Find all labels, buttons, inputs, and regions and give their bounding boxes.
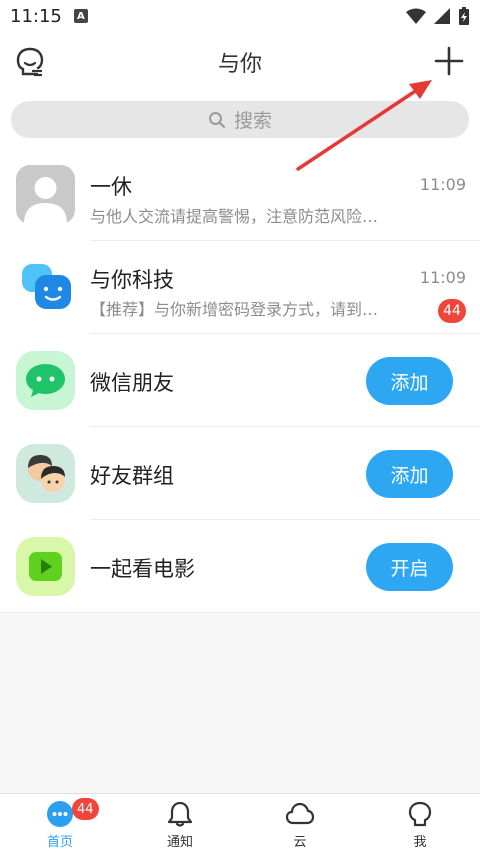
tab-home-badge: 44: [72, 798, 99, 820]
movie-icon: [16, 537, 75, 596]
search-input[interactable]: 搜索: [11, 101, 469, 138]
conversation-time: 11:09: [419, 268, 466, 287]
list-item[interactable]: 一起看电影 开启: [0, 520, 480, 613]
tab-notifications-label: 通知: [166, 835, 193, 850]
feature-title: 好友群组: [90, 464, 174, 488]
unread-badge: 44: [438, 299, 466, 323]
bell-icon: [167, 801, 193, 827]
chat-bubble-icon: [47, 801, 73, 827]
list-item[interactable]: 微信朋友 添加: [0, 334, 480, 427]
enable-movie-button[interactable]: 开启: [366, 543, 453, 591]
feature-title: 微信朋友: [90, 371, 174, 395]
signal-icon: [434, 8, 450, 24]
tab-home[interactable]: 首页 44: [0, 794, 120, 853]
status-bar: 11:15 A: [0, 0, 480, 32]
list-item[interactable]: 与你科技 11:09 【推荐】与你新增密码登录方式，请到… 44: [0, 241, 480, 334]
status-time: 11:15: [10, 5, 62, 27]
tab-notifications[interactable]: 通知: [120, 794, 240, 853]
group-icon: [16, 444, 75, 503]
add-group-button[interactable]: 添加: [366, 450, 453, 498]
conversation-title: 与你科技: [90, 268, 174, 292]
search-bar: 搜索: [0, 90, 480, 148]
feature-title: 一起看电影: [90, 557, 195, 581]
notification-icon: A: [73, 9, 88, 23]
page-title: 与你: [217, 52, 262, 77]
tab-me[interactable]: 我: [360, 794, 480, 853]
profile-icon: [408, 801, 432, 827]
conversation-time: 11:09: [419, 175, 466, 194]
add-wechat-button[interactable]: 添加: [366, 357, 453, 405]
search-placeholder: 搜索: [233, 110, 272, 132]
battery-icon: [459, 7, 469, 25]
app-header: 与你: [0, 32, 480, 90]
yuni-logo-icon: [22, 264, 71, 309]
search-icon: [208, 111, 225, 128]
add-icon[interactable]: [432, 44, 466, 78]
tab-cloud-label: 云: [293, 835, 307, 850]
default-avatar-icon: [16, 165, 75, 224]
conversation-list: 一休 11:09 与他人交流请提高警惕，注意防范风险… 与你科技 11:09 【…: [0, 148, 480, 613]
wechat-icon: [16, 351, 75, 410]
list-item[interactable]: 一休 11:09 与他人交流请提高警惕，注意防范风险…: [0, 148, 480, 241]
tab-home-label: 首页: [46, 835, 73, 850]
cloud-icon: [285, 802, 315, 825]
bottom-tab-bar: 首页 44 通知 云 我: [0, 793, 480, 853]
conversation-preview: 与他人交流请提高警惕，注意防范风险…: [90, 207, 379, 226]
status-icons: [406, 7, 470, 25]
conversation-title: 一休: [90, 175, 132, 199]
conversation-preview: 【推荐】与你新增密码登录方式，请到…: [90, 300, 379, 319]
list-item[interactable]: 好友群组 添加: [0, 427, 480, 520]
tab-cloud[interactable]: 云: [240, 794, 360, 853]
tab-me-label: 我: [413, 835, 427, 850]
wifi-icon: [406, 8, 426, 24]
